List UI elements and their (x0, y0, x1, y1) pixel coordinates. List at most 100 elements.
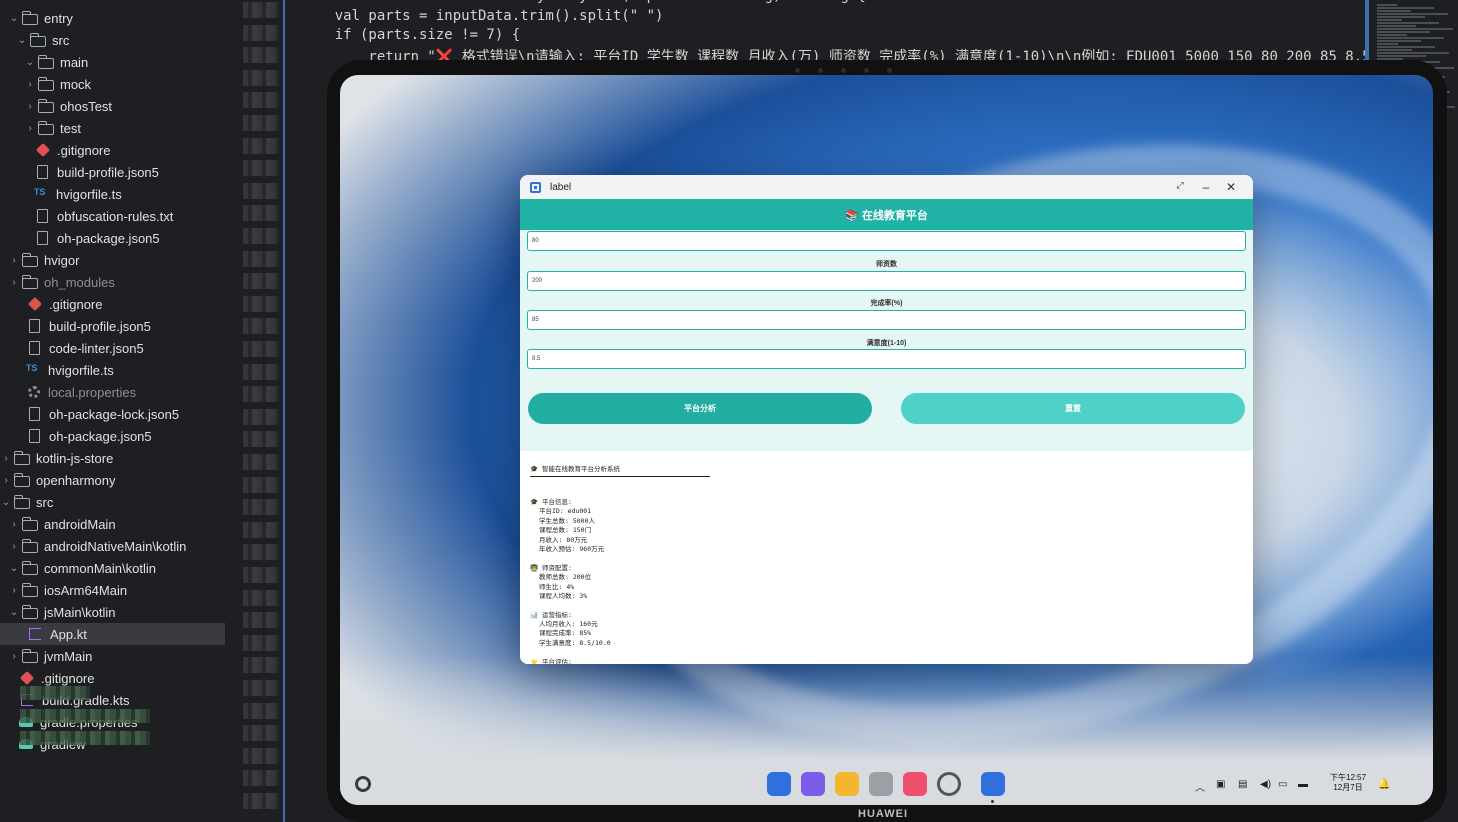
chevron-right-icon[interactable]: › (24, 79, 36, 90)
clock[interactable]: 下午12:57 12月7日 (1330, 773, 1366, 793)
input-method-icon[interactable]: ▣ (1216, 779, 1225, 790)
tree-item[interactable]: oh-package.json5 (0, 227, 225, 249)
photos-icon[interactable] (903, 772, 927, 796)
line-number (243, 747, 279, 764)
result-section-heading: ⭐ 平台评估: (530, 657, 572, 664)
folder-icon (14, 472, 30, 487)
notification-icon[interactable]: ▤ (1238, 779, 1247, 790)
tree-item[interactable]: › oh_modules (0, 271, 225, 293)
chevron-right-icon[interactable]: › (8, 519, 20, 530)
code-line: val parts = inputData.trim().split(" ") (301, 8, 664, 24)
result-panel[interactable]: 🎓 智能在线教育平台分析系统 🎓 平台信息: 平台ID: edu001 学生总数: … (520, 451, 1253, 664)
result-section: 📊 运营指标: 人均月收入: 160元 课程完成率: 85% 学生满意度: 8.5/1… (530, 610, 1243, 649)
chevron-right-icon[interactable]: › (8, 255, 20, 266)
chevron-right-icon[interactable]: › (0, 453, 12, 464)
code-line: if (parts.size != 7) { (301, 27, 521, 43)
chevron-down-icon[interactable]: ⌄ (24, 57, 36, 68)
app-window[interactable]: label ⤢ – ✕ 📚 在线教育平台 80 师资数 200 完成率(%) 8… (520, 175, 1253, 664)
chevron-right-icon[interactable]: › (8, 651, 20, 662)
tree-item[interactable]: › test (0, 117, 225, 139)
tree-item[interactable]: ⌄ commonMain\kotlin (0, 557, 225, 579)
minimap-line (1377, 19, 1402, 21)
line-number (243, 544, 279, 561)
tree-item[interactable]: .gitignore (0, 139, 225, 161)
tree-item[interactable]: › androidMain (0, 513, 225, 535)
tree-item[interactable]: obfuscation-rules.txt (0, 205, 225, 227)
files-icon[interactable] (835, 772, 859, 796)
launcher-icon[interactable] (767, 772, 791, 796)
line-number (243, 386, 279, 403)
analyze-button[interactable]: 平台分析 (528, 393, 872, 424)
close-icon[interactable]: ✕ (1224, 180, 1238, 194)
tree-item[interactable]: code-linter.json5 (0, 337, 225, 359)
tree-item[interactable]: › androidNativeMain\kotlin (0, 535, 225, 557)
tree-item-label: iosArm64Main (44, 582, 128, 598)
teachers-input[interactable]: 200 (527, 271, 1246, 291)
chevron-right-icon[interactable]: › (8, 585, 20, 596)
chevron-right-icon[interactable]: › (8, 277, 20, 288)
minimize-icon[interactable]: – (1199, 180, 1213, 194)
tree-item[interactable]: .gitignore (0, 293, 225, 315)
tree-item[interactable]: build-profile.json5 (0, 161, 225, 183)
network-icon[interactable]: ▭ (1278, 779, 1287, 790)
tree-item[interactable]: local.properties (0, 381, 225, 403)
reset-button[interactable]: 重置 (901, 393, 1245, 424)
trash-icon[interactable] (869, 772, 893, 796)
settings-icon[interactable] (937, 772, 961, 796)
tree-item[interactable]: TS hvigorfile.ts (0, 359, 225, 381)
chevron-up-icon[interactable]: ︿ (1195, 779, 1205, 794)
satisfaction-input[interactable]: 8.5 (527, 349, 1246, 369)
tree-item[interactable]: App.kt (0, 623, 225, 645)
chevron-right-icon[interactable]: › (24, 123, 36, 134)
tree-item[interactable]: ⌄ src (0, 491, 225, 513)
tree-item[interactable]: build-profile.json5 (0, 315, 225, 337)
chevron-down-icon[interactable]: ⌄ (8, 13, 20, 24)
start-button[interactable] (355, 776, 371, 792)
tree-item[interactable]: ⌄ src (0, 29, 225, 51)
chevron-right-icon[interactable]: › (8, 541, 20, 552)
tree-item[interactable]: ⌄ entry (0, 7, 225, 29)
income-input[interactable]: 80 (527, 231, 1246, 251)
tree-item[interactable]: › openharmony (0, 469, 225, 491)
chevron-down-icon[interactable]: ⌄ (0, 497, 12, 508)
app-label-icon[interactable] (981, 772, 1005, 796)
result-section: 👨‍🏫 师资配置: 教师总数: 200位 师生比: 4% 课程人均数: 3% (530, 563, 1243, 602)
line-number (243, 160, 279, 177)
chevron-down-icon[interactable]: ⌄ (8, 607, 20, 618)
file-icon (29, 341, 40, 355)
git-icon (27, 296, 43, 312)
completion-input[interactable]: 85 (527, 310, 1246, 330)
completion-label: 完成率(%) (870, 300, 903, 307)
camera-dot (864, 68, 869, 73)
chevron-down-icon[interactable]: ⌄ (8, 563, 20, 574)
tree-item[interactable]: › ohosTest (0, 95, 225, 117)
tree-item[interactable]: › hvigor (0, 249, 225, 271)
tree-item[interactable]: oh-package.json5 (0, 425, 225, 447)
line-number (243, 589, 279, 606)
tree-item[interactable]: oh-package-lock.json5 (0, 403, 225, 425)
tree-item[interactable]: › mock (0, 73, 225, 95)
app-header: 📚 在线教育平台 (520, 199, 1253, 230)
bell-icon[interactable]: 🔔 (1378, 779, 1390, 790)
result-line: 平台ID: edu001 (539, 507, 592, 515)
tree-item[interactable]: TS hvigorfile.ts (0, 183, 225, 205)
tree-item[interactable]: ⌄ jsMain\kotlin (0, 601, 225, 623)
tree-item[interactable]: › kotlin-js-store (0, 447, 225, 469)
line-number (243, 228, 279, 244)
tree-item[interactable]: › iosArm64Main (0, 579, 225, 601)
minimap-line (1377, 55, 1426, 57)
restore-icon[interactable]: ⤢ (1173, 180, 1187, 191)
battery-icon[interactable]: ▬ (1298, 779, 1308, 790)
chevron-right-icon[interactable]: › (24, 101, 36, 112)
tree-item[interactable]: › jvmMain (0, 645, 225, 667)
volume-icon[interactable]: ◀) (1260, 779, 1271, 790)
line-number (243, 567, 279, 583)
chevron-down-icon[interactable]: ⌄ (16, 35, 28, 46)
result-divider (530, 476, 710, 477)
gallery-icon[interactable] (801, 772, 825, 796)
tree-item[interactable]: ⌄ main (0, 51, 225, 73)
window-titlebar[interactable]: label ⤢ – ✕ (520, 175, 1253, 199)
chevron-right-icon[interactable]: › (0, 475, 12, 486)
minimap-line (1377, 37, 1444, 39)
tree-item-label: test (60, 120, 81, 136)
